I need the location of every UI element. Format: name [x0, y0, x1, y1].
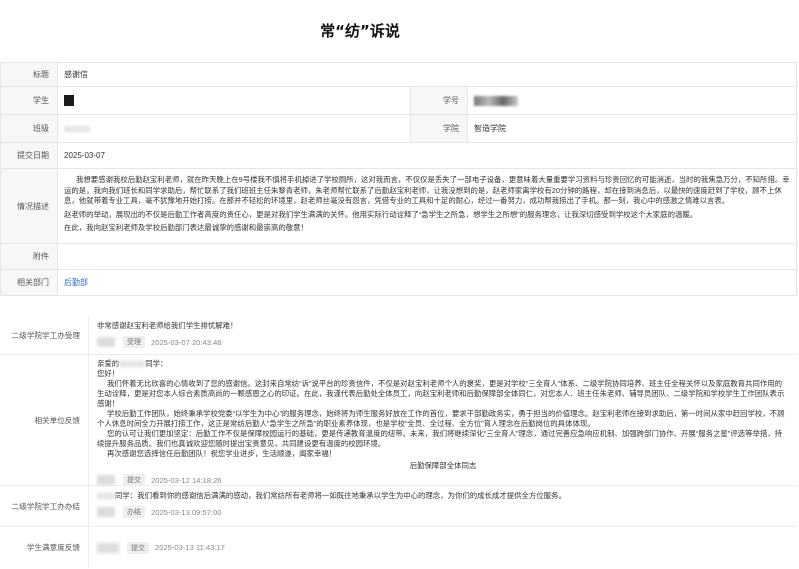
value-student-no — [467, 86, 797, 115]
status-badge: 受理 — [123, 336, 145, 348]
description-paragraph-3: 在此，我向赵宝利老师及学校后勤部门表达最诚挚的感谢和最崇高的敬意！ — [64, 223, 308, 233]
feedback-unit-paragraph-3: 您的认可让我们更加坚定：后勤工作不仅是保障校园运行的基础，更是传递教育温度的纽带… — [97, 429, 783, 448]
page-title: 常“纺”诉说 — [320, 22, 400, 40]
feedback-accept-body: 非常感谢赵宝利老师给我们学生排忧解难！ 受理 2025-03-07 20:43:… — [88, 316, 797, 354]
value-submit-date: 2025-03-07 — [57, 142, 797, 169]
feedback-accept-text: 非常感谢赵宝利老师给我们学生排忧解难！ — [97, 321, 238, 330]
status-badge: 办结 — [123, 506, 145, 518]
feedback-satisfaction-body: 提交 2025-03-13 11:43:17 — [88, 527, 797, 567]
row-submit-date: 提交日期 2025-03-07 — [0, 142, 797, 169]
value-class — [57, 114, 411, 143]
greeting-suffix: 同学： — [145, 359, 168, 368]
feedback-unit: 相关单位反馈 亲爱的 同学： 您好！ 我们怀着无比欣喜的心情收到了您的感谢信。这封… — [0, 355, 797, 486]
redacted-student-name — [64, 95, 74, 106]
feedback-unit-paragraph-4: 再次感谢您选择信任后勤团队！祝您学业进步，生活顺遂，阖家幸福！ — [107, 449, 337, 458]
feedback-section: 二级学院学工办受理 非常感谢赵宝利老师给我们学生排忧解难！ 受理 2025-03… — [0, 316, 797, 567]
label-student: 学生 — [0, 86, 58, 115]
feedback-satisfaction-label: 学生满意度反馈 — [26, 542, 80, 552]
row-dept: 相关部门 后勤部 — [0, 269, 797, 296]
value-attachment — [57, 243, 797, 270]
value-dept[interactable]: 后勤部 — [57, 269, 797, 296]
feedback-accept-meta: 受理 2025-03-07 20:43:48 — [97, 336, 789, 348]
redacted-recipient — [119, 361, 146, 368]
feedback-accept-label: 二级学院学工办受理 — [11, 330, 80, 340]
redacted-handler — [97, 475, 115, 485]
redacted-class — [64, 125, 90, 132]
label-student-no: 学号 — [410, 86, 468, 115]
label-class: 班级 — [0, 114, 58, 143]
timestamp: 2025-03-13 09:57:00 — [151, 507, 222, 517]
status-badge: 提交 — [127, 541, 149, 554]
feedback-unit-paragraph-2: 学校后勤工作团队，始终秉承学校党委“以学生为中心”的服务理念，始终将为师生服务好… — [97, 409, 785, 428]
feedback-unit-label: 相关单位反馈 — [34, 415, 80, 425]
timestamp: 2025-03-13 11:43:17 — [155, 543, 225, 552]
timestamp: 2025-03-12 14:18:26 — [151, 475, 222, 485]
feedback-unit-body: 亲爱的 同学： 您好！ 我们怀着无比欣喜的心情收到了您的感谢信。这封来自常纺“诉”… — [88, 355, 797, 486]
redacted-handler — [97, 542, 119, 553]
feedback-unit-greeting: 亲爱的 同学： — [97, 359, 789, 369]
value-college: 智造学院 — [467, 114, 797, 143]
status-badge: 提交 — [123, 474, 145, 486]
label-dept: 相关部门 — [0, 269, 58, 296]
feedback-satisfaction: 学生满意度反馈 提交 2025-03-13 11:43:17 — [0, 527, 797, 567]
timestamp: 2025-03-07 20:43:48 — [151, 337, 222, 347]
label-submit-date: 提交日期 — [0, 142, 58, 169]
value-description: 我想要感谢我校后勤赵宝利老师，就在昨天晚上在9号楼我不慎将手机掉进了学校厕所，这… — [57, 168, 797, 244]
feedback-close-label: 二级学院学工办办结 — [11, 501, 80, 511]
redacted-handler — [97, 337, 115, 347]
label-college: 学院 — [410, 114, 468, 143]
feedback-unit-signature: 后勤保障部全体同志 — [409, 461, 477, 470]
label-description: 情况描述 — [0, 168, 58, 244]
feedback-close-text: 同学：我们看到你的感谢信后满满的感动，我们常纺所有老师将一如既往地秉承以学生为中… — [97, 491, 789, 501]
dept-link[interactable]: 后勤部 — [64, 278, 88, 287]
feedback-close: 二级学院学工办办结 同学：我们看到你的感谢信后满满的感动，我们常纺所有老师将一如… — [0, 486, 797, 527]
feedback-close-body: 同学：我们看到你的感谢信后满满的感动，我们常纺所有老师将一如既往地秉承以学生为中… — [88, 486, 797, 526]
value-student — [57, 86, 411, 115]
redacted-handler — [97, 507, 115, 517]
row-attachment: 附件 — [0, 243, 797, 270]
label-title: 标题 — [0, 62, 58, 87]
greeting-prefix: 亲爱的 — [97, 359, 120, 368]
feedback-close-text-content: 同学：我们看到你的感谢信后满满的感动，我们常纺所有老师将一如既往地秉承以学生为中… — [115, 491, 566, 500]
feedback-unit-hello: 您好！ — [97, 369, 120, 378]
feedback-accept: 二级学院学工办受理 非常感谢赵宝利老师给我们学生排忧解难！ 受理 2025-03… — [0, 316, 797, 355]
row-title: 标题 感谢信 — [0, 62, 797, 87]
row-description: 情况描述 我想要感谢我校后勤赵宝利老师，就在昨天晚上在9号楼我不慎将手机掉进了学… — [0, 168, 797, 244]
redacted-name — [97, 493, 115, 500]
feedback-unit-meta: 提交 2025-03-12 14:18:26 — [97, 474, 789, 486]
description-paragraph-1: 我想要感谢我校后勤赵宝利老师，就在昨天晚上在9号楼我不慎将手机掉进了学校厕所，这… — [64, 175, 790, 206]
redacted-student-no — [474, 95, 518, 106]
label-attachment: 附件 — [0, 243, 58, 270]
info-table: 标题 感谢信 学生 学号 班级 学院 智造学院 提交日期 2025-03-07 … — [0, 62, 797, 296]
row-student: 学生 学号 — [0, 86, 797, 115]
feedback-satisfaction-meta: 提交 2025-03-13 11:43:17 — [97, 541, 225, 554]
feedback-unit-paragraph-1: 我们怀着无比欣喜的心情收到了您的感谢信。这封来自常纺“诉”说平台的珍贵信件，不仅… — [97, 379, 785, 408]
feedback-close-meta: 办结 2025-03-13 09:57:00 — [97, 506, 789, 518]
description-paragraph-2: 赵老师的举动，展现出的不仅是后勤工作者高度的责任心，更是对我们学生满满的关怀。他… — [64, 209, 698, 219]
row-class: 班级 学院 智造学院 — [0, 114, 797, 143]
value-title: 感谢信 — [57, 62, 797, 87]
